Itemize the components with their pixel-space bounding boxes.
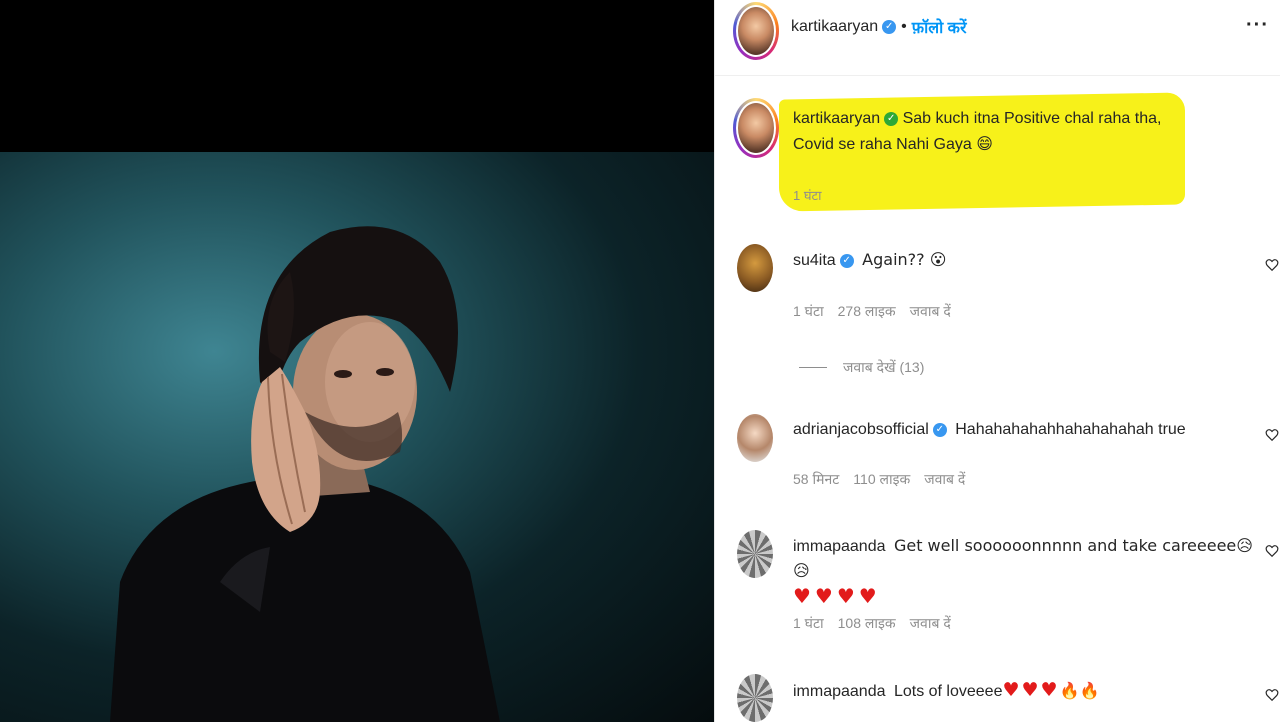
comment-avatar[interactable] (737, 244, 773, 292)
caption-line-2: Covid se raha Nahi Gaya 😄 (793, 136, 993, 153)
comment-meta: 1 घंटा 278 लाइक जवाब दें (793, 302, 951, 321)
comment-item: immapaanda Lots of loveeee♥♥♥🔥🔥 (715, 674, 1280, 722)
reply-button[interactable]: जवाब दें (910, 302, 951, 321)
comment-item: su4ita ✓ Again?? 😮 1 घंटा 278 लाइक जवाब द… (715, 244, 1280, 384)
view-replies-button[interactable]: जवाब देखें (13) (799, 358, 924, 377)
view-replies-label: जवाब देखें (13) (843, 359, 925, 375)
comment-avatar[interactable] (737, 674, 773, 722)
heart-outline-icon[interactable] (1265, 258, 1279, 272)
comments-panel: kartikaaryan ✓ • फ़ॉलो करें ··· kartikaa… (714, 0, 1280, 722)
post-header: kartikaaryan ✓ • फ़ॉलो करें ··· (715, 0, 1280, 76)
caption-username[interactable]: kartikaaryan (793, 110, 880, 127)
reply-button[interactable]: जवाब दें (924, 470, 965, 489)
verified-badge-icon: ✓ (884, 111, 899, 126)
header-username[interactable]: kartikaaryan (791, 18, 878, 36)
comment-text: Again?? 😮 (862, 250, 947, 269)
post-photo-panel (0, 0, 714, 722)
follow-button[interactable]: फ़ॉलो करें (912, 16, 967, 38)
comment-meta: 58 मिनट 110 लाइक जवाब दें (793, 470, 965, 489)
comment-text: Hahahahahahhahahahahah true (955, 421, 1186, 438)
comment-fire: 🔥🔥 (1059, 681, 1100, 700)
caption-time: 1 घंटा (793, 188, 822, 203)
person-photo-illustration (110, 226, 500, 722)
comment-likes[interactable]: 278 लाइक (838, 302, 896, 321)
verified-badge-icon: ✓ (932, 422, 947, 437)
comment-username[interactable]: immapaanda (793, 538, 886, 555)
caption-line-1: Sab kuch itna Positive chal raha tha, (902, 110, 1162, 127)
comment-hearts: ♥♥♥ (1002, 679, 1060, 701)
comment-avatar[interactable] (737, 530, 773, 578)
verified-badge-icon: ✓ (839, 253, 854, 268)
caption-avatar[interactable] (733, 98, 779, 158)
header-separator-dot: • (901, 18, 907, 35)
comment-time: 1 घंटा (793, 615, 824, 631)
heart-outline-icon[interactable] (1265, 688, 1279, 702)
view-replies-line (799, 367, 827, 368)
comment-time: 58 मिनट (793, 471, 840, 487)
header-avatar[interactable] (733, 2, 779, 60)
comment-item: immapaanda Get well soooooonnnnn and tak… (715, 530, 1280, 650)
comment-item: adrianjacobsofficial ✓ Hahahahahahhahahah… (715, 414, 1280, 504)
comment-avatar[interactable] (737, 414, 773, 462)
more-options-icon[interactable]: ··· (1246, 14, 1269, 37)
comment-username[interactable]: immapaanda (793, 683, 886, 700)
comment-time: 1 घंटा (793, 303, 824, 319)
comment-hearts: ♥♥♥♥ (793, 584, 881, 608)
post-photo[interactable] (0, 152, 714, 722)
caption-text: kartikaaryan ✓ Sab kuch itna Positive cha… (793, 106, 1193, 158)
verified-badge-icon: ✓ (882, 20, 897, 34)
heart-outline-icon[interactable] (1265, 428, 1279, 442)
reply-button[interactable]: जवाब दें (910, 614, 951, 633)
comment-text: Lots of loveeee (893, 683, 1003, 700)
post-caption: kartikaaryan ✓ Sab kuch itna Positive cha… (715, 76, 1280, 216)
comment-username[interactable]: adrianjacobsofficial (793, 421, 929, 438)
comment-meta: 1 घंटा 108 लाइक जवाब दें (793, 614, 951, 633)
comment-likes[interactable]: 108 लाइक (838, 614, 896, 633)
comment-username[interactable]: su4ita (793, 252, 836, 269)
heart-outline-icon[interactable] (1265, 544, 1279, 558)
comment-likes[interactable]: 110 लाइक (853, 470, 910, 489)
